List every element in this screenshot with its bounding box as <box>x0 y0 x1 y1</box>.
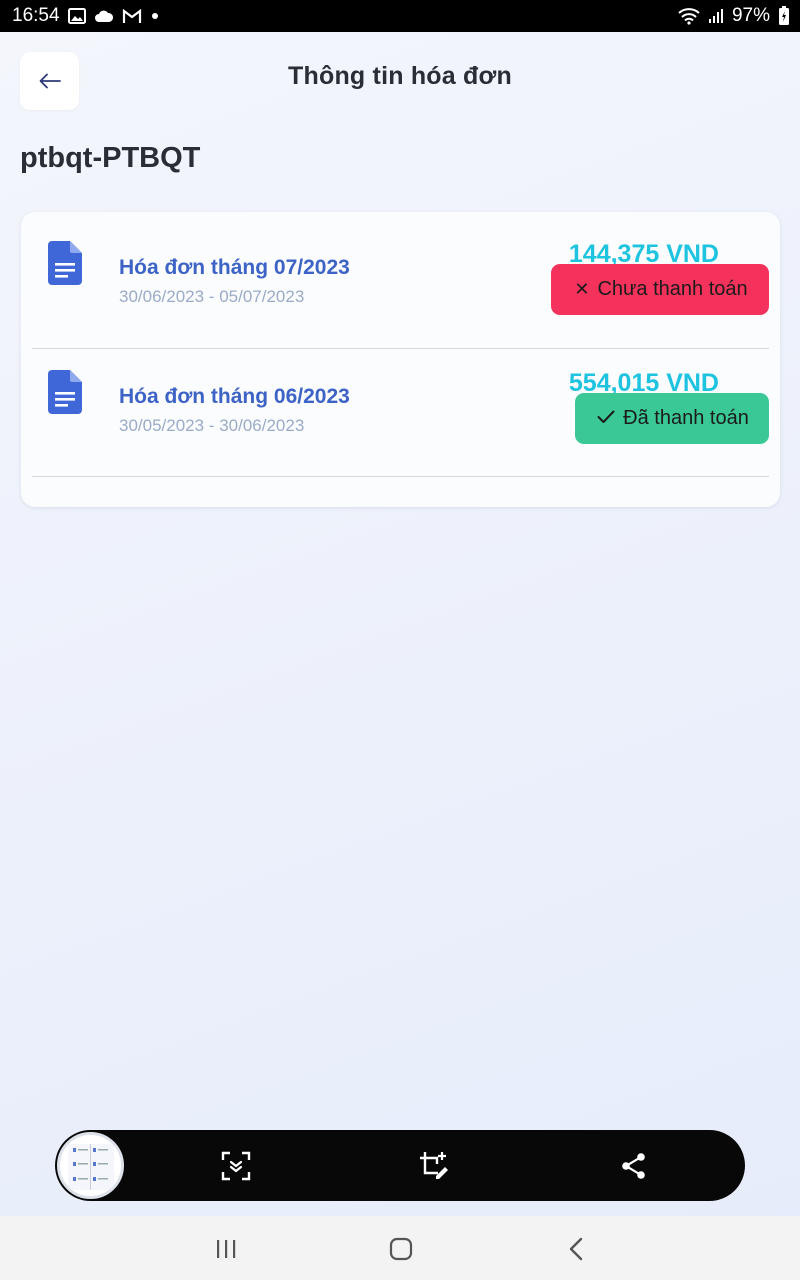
status-label: Đã thanh toán <box>623 407 749 429</box>
image-icon <box>67 8 86 24</box>
navigation-bar <box>0 1216 800 1280</box>
status-badge-unpaid[interactable]: ✕ Chưa thanh toán <box>551 264 769 315</box>
status-bar-right: 97% <box>678 5 790 27</box>
back-icon <box>569 1237 583 1261</box>
nav-back-button[interactable] <box>556 1234 596 1264</box>
invoice-list: Hóa đơn tháng 07/2023 30/06/2023 - 05/07… <box>21 212 780 507</box>
invoice-period: 30/06/2023 - 05/07/2023 <box>119 287 305 306</box>
battery-percent: 97% <box>731 5 770 26</box>
scroll-capture-icon <box>221 1151 251 1181</box>
crop-edit-button[interactable] <box>415 1147 453 1185</box>
app-header: Thông tin hóa đơn <box>0 32 800 128</box>
invoice-title: Hóa đơn tháng 07/2023 <box>119 256 350 279</box>
invoice-item[interactable]: Hóa đơn tháng 07/2023 30/06/2023 - 05/07… <box>32 220 769 349</box>
home-icon <box>389 1237 413 1261</box>
share-button[interactable] <box>615 1147 653 1185</box>
dot-icon <box>150 11 160 21</box>
share-icon <box>622 1153 645 1179</box>
wifi-icon <box>678 7 700 25</box>
signal-icon <box>708 8 724 24</box>
status-badge-paid[interactable]: Đã thanh toán <box>575 393 769 444</box>
status-time: 16:54 <box>12 5 60 26</box>
crop-edit-icon <box>420 1152 448 1179</box>
screenshot-toolbar <box>55 1130 745 1201</box>
document-icon <box>48 241 82 290</box>
account-name: ptbqt-PTBQT <box>20 142 201 174</box>
cloud-icon <box>94 9 114 23</box>
status-bar-left: 16:54 <box>12 5 160 27</box>
close-icon: ✕ <box>574 279 590 299</box>
status-bar: 16:54 97% <box>0 0 800 32</box>
battery-icon <box>778 6 790 26</box>
page-title: Thông tin hóa đơn <box>288 62 512 90</box>
invoice-title: Hóa đơn tháng 06/2023 <box>119 385 350 408</box>
document-icon <box>48 370 82 419</box>
scroll-capture-button[interactable] <box>217 1147 255 1185</box>
recent-apps-icon <box>217 1240 236 1258</box>
check-icon <box>597 408 615 429</box>
recent-apps-button[interactable] <box>206 1234 246 1264</box>
home-button[interactable] <box>381 1234 421 1264</box>
invoice-period: 30/05/2023 - 30/06/2023 <box>119 416 305 435</box>
status-label: Chưa thanh toán <box>597 278 748 300</box>
screenshot-thumbnail[interactable] <box>57 1132 124 1199</box>
gmail-icon <box>122 8 142 24</box>
invoice-item[interactable]: Hóa đơn tháng 06/2023 30/05/2023 - 30/06… <box>32 349 769 477</box>
